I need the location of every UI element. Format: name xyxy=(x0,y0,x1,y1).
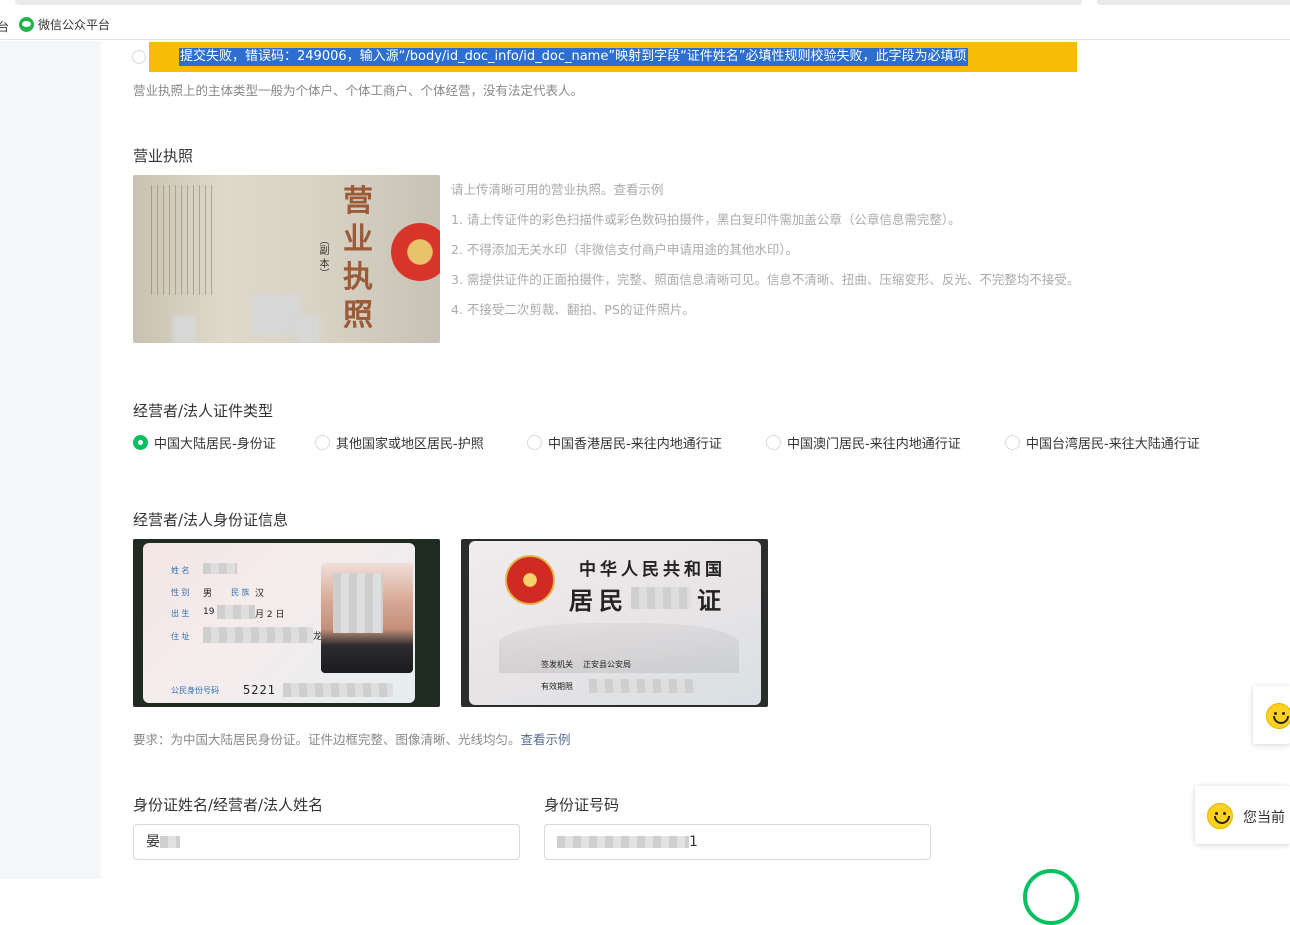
wechat-icon xyxy=(19,17,34,32)
redacted-area xyxy=(333,573,383,633)
license-help-line-2: 2. 不得添加无关水印（非微信支付商户申请用途的其他水印）。 xyxy=(451,242,799,257)
main-content xyxy=(101,41,1290,879)
view-example-link[interactable]: 查看示例 xyxy=(521,732,571,747)
id-issuer-value: 正安县公安局 xyxy=(583,660,631,669)
radio-label: 中国大陆居民-身份证 xyxy=(154,437,276,452)
radio-unchecked-icon xyxy=(527,435,542,450)
bookmark-wechat-mp[interactable]: 微信公众平台 xyxy=(19,16,110,33)
license-photo-subtitle: （副 本） xyxy=(317,235,328,279)
browser-tab[interactable] xyxy=(1097,0,1290,5)
license-help-intro: 请上传清晰可用的营业执照。查看示例 xyxy=(451,182,664,197)
license-help-line-1: 1. 请上传证件的彩色扫描件或彩色数码拍摄件，黑白复印件需加盖公章（公章信息需完… xyxy=(451,212,961,227)
radio-label: 中国台湾居民-来往大陆通行证 xyxy=(1026,437,1200,452)
floating-status-card[interactable]: 您当前 xyxy=(1195,786,1290,844)
id-number-field-label: 身份证号码 xyxy=(544,796,620,814)
smiley-icon xyxy=(1207,803,1233,829)
id-number-value: 5221 xyxy=(243,683,276,697)
id-name-input[interactable]: 晏 xyxy=(133,824,520,860)
floating-status-text: 您当前 xyxy=(1243,810,1285,826)
id-name-label: 姓 名 xyxy=(171,566,190,575)
error-message: 提交失败，错误码：249006，输入源“/body/id_doc_info/id… xyxy=(179,48,968,66)
id-type-section-title: 经营者/法人证件类型 xyxy=(133,402,274,420)
id-card-back-photo[interactable]: 中华人民共和国 居民 证 签发机关 正安县公安局 有效期限 xyxy=(461,539,768,707)
redacted-area xyxy=(631,587,691,609)
id-info-section-title: 经营者/法人身份证信息 xyxy=(133,511,289,529)
id-resident-end: 证 xyxy=(697,586,727,615)
license-help-line-3: 3. 需提供证件的正面拍摄件，完整、照面信息清晰可见。信息不清晰、扭曲、压缩变形… xyxy=(451,272,1080,287)
redacted-area xyxy=(298,315,320,343)
id-birth-value-start: 19 xyxy=(203,607,215,617)
id-valid-label: 有效期限 xyxy=(541,682,573,691)
radio-macau-permit[interactable]: 中国澳门居民-来往内地通行证 xyxy=(766,433,961,452)
radio-label: 其他国家或地区居民-护照 xyxy=(336,437,484,452)
radio-checked-icon xyxy=(133,435,148,450)
id-address-label: 住 址 xyxy=(171,632,190,641)
id-sex-label: 性 别 xyxy=(171,588,190,597)
browser-tab-strip xyxy=(0,0,1290,6)
license-section-title: 营业执照 xyxy=(133,147,194,165)
id-number-input[interactable]: 1 xyxy=(544,824,931,860)
redacted-area xyxy=(251,295,301,335)
national-emblem-icon xyxy=(505,555,555,605)
id-card-front: 姓 名 性 别 男 民 族 汉 出 生 19 月 2 日 住 址 龙光 公民身份… xyxy=(143,543,415,703)
radio-label: 中国香港居民-来往内地通行证 xyxy=(548,437,722,452)
bookmark-label: 微信公众平台 xyxy=(38,18,111,32)
id-ethnic-label: 民 族 xyxy=(231,588,250,597)
floating-action-button[interactable] xyxy=(1023,869,1079,925)
redacted-area xyxy=(203,627,313,643)
redacted-area xyxy=(557,836,689,848)
radio-unchecked-icon xyxy=(315,435,330,450)
subject-type-radio[interactable] xyxy=(132,50,146,64)
radio-passport[interactable]: 其他国家或地区居民-护照 xyxy=(315,433,484,452)
id-number-label: 公民身份号码 xyxy=(171,686,219,695)
redacted-area xyxy=(173,315,195,343)
left-sidebar-background xyxy=(0,41,101,879)
id-issuer-label: 签发机关 xyxy=(541,660,573,669)
radio-label: 中国澳门居民-来往内地通行证 xyxy=(787,437,961,452)
redacted-area xyxy=(217,605,255,619)
license-seal-icon xyxy=(391,223,440,281)
id-card-back: 中华人民共和国 居民 证 签发机关 正安县公安局 有效期限 xyxy=(469,541,761,705)
redacted-area xyxy=(589,679,697,693)
id-birth-label: 出 生 xyxy=(171,609,190,618)
radio-taiwan-permit[interactable]: 中国台湾居民-来往大陆通行证 xyxy=(1005,433,1200,452)
redacted-area xyxy=(160,836,180,848)
id-name-field-label: 身份证姓名/经营者/法人姓名 xyxy=(133,796,324,814)
id-number-input-value: 1 xyxy=(689,834,698,850)
id-requirement: 要求：为中国大陆居民身份证。证件边框完整、图像清晰、光线均匀。查看示例 xyxy=(133,729,571,748)
radio-unchecked-icon xyxy=(766,435,781,450)
id-name-input-value: 晏 xyxy=(146,834,160,850)
id-requirement-text: 要求：为中国大陆居民身份证。证件边框完整、图像清晰、光线均匀。 xyxy=(133,732,521,747)
redacted-area xyxy=(203,563,237,574)
browser-tab[interactable] xyxy=(15,0,1082,5)
id-sex-value: 男 xyxy=(203,589,213,599)
license-fine-print xyxy=(151,185,213,295)
floating-assistant-card[interactable] xyxy=(1253,686,1290,744)
redacted-area xyxy=(283,683,393,697)
id-card-front-photo[interactable]: 姓 名 性 别 男 民 族 汉 出 生 19 月 2 日 住 址 龙光 公民身份… xyxy=(133,539,440,707)
smiley-icon xyxy=(1266,703,1290,729)
subject-type-note: 营业执照上的主体类型一般为个体户、个体工商户、个体经营，没有法定代表人。 xyxy=(133,83,584,98)
license-help-line-4: 4. 不接受二次剪裁、翻拍、PS的证件照片。 xyxy=(451,302,695,317)
license-photo-title: 营业执照 xyxy=(343,184,373,333)
radio-unchecked-icon xyxy=(1005,435,1020,450)
radio-mainland-id[interactable]: 中国大陆居民-身份证 xyxy=(133,433,276,452)
business-license-photo[interactable]: 营业执照 （副 本） xyxy=(133,175,440,343)
bookmark-truncated[interactable]: 台 xyxy=(0,18,9,35)
radio-hongkong-permit[interactable]: 中国香港居民-来往内地通行证 xyxy=(527,433,722,452)
id-country: 中华人民共和国 xyxy=(579,560,726,580)
id-resident-start: 居民 xyxy=(569,586,629,615)
id-ethnic-value: 汉 xyxy=(255,589,265,599)
id-birth-value-end: 月 2 日 xyxy=(255,610,285,620)
bookmarks-bar: 台 微信公众平台 xyxy=(0,12,1290,40)
